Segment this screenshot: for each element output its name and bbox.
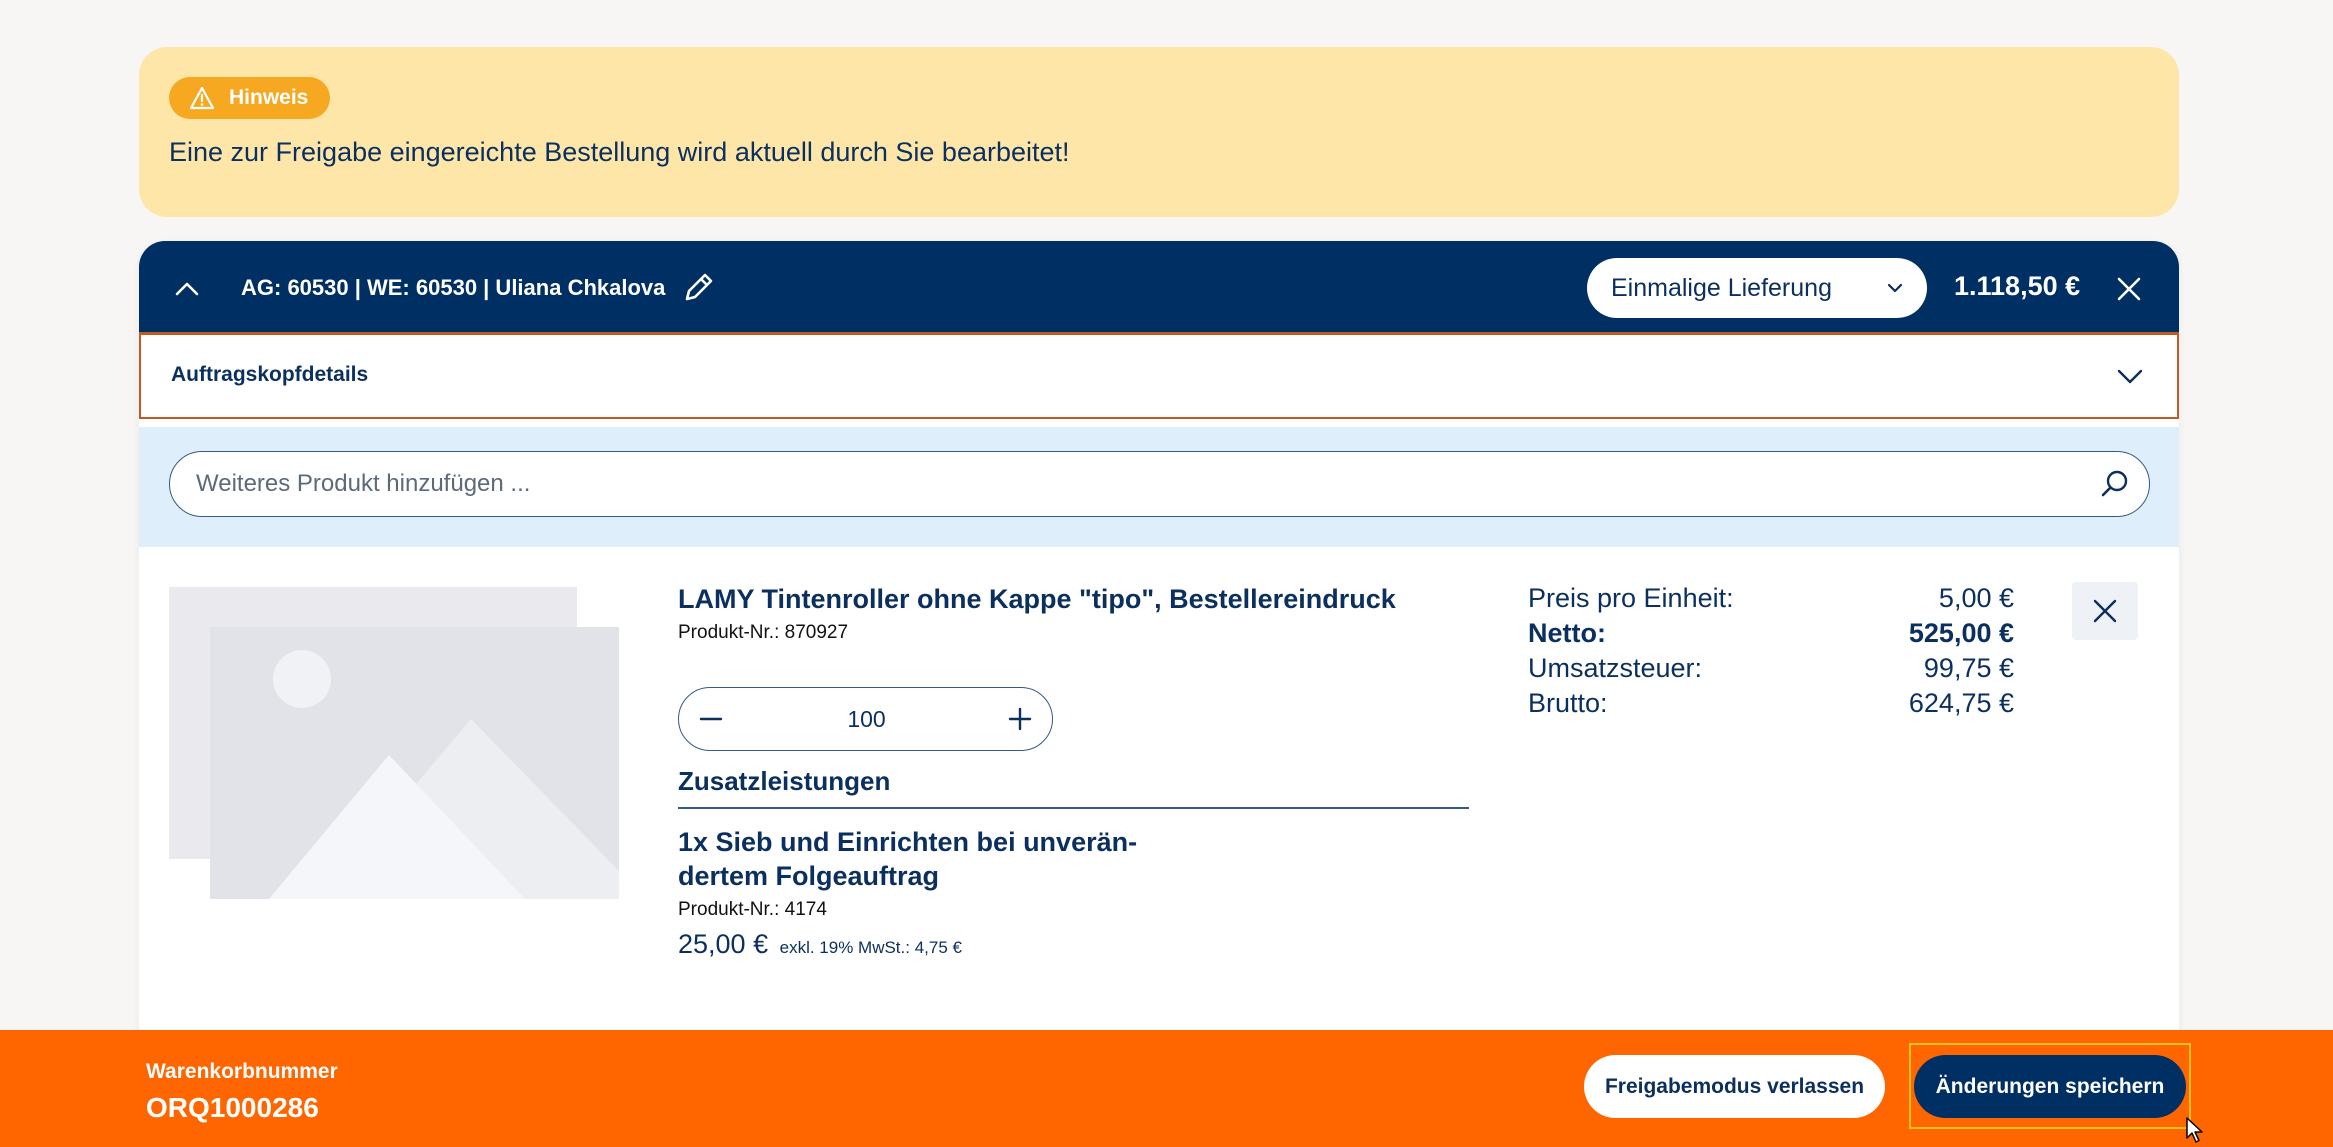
plus-icon[interactable] (1004, 703, 1036, 735)
price-label: Preis pro Einheit: (1528, 583, 1734, 613)
minus-icon[interactable] (695, 703, 727, 735)
extra-service-tax: exkl. 19% MwSt.: 4,75 € (779, 938, 962, 957)
price-label: Brutto: (1528, 688, 1608, 718)
warning-icon (189, 86, 215, 110)
extra-service-title: 1x Sieb und Einrichten bei unverän-derte… (678, 827, 1138, 891)
order-header: AG: 60530 | WE: 60530 | Uliana Chkalova … (139, 241, 2179, 335)
price-row-gross: Brutto: 624,75 € (1528, 688, 2014, 723)
order-details-toggle[interactable]: Auftragskopfdetails (139, 335, 2179, 419)
order-details-label: Auftragskopfdetails (171, 363, 369, 386)
price-summary: Preis pro Einheit: 5,00 € Netto: 525,00 … (1528, 583, 2014, 723)
product-search (169, 451, 2150, 517)
order-card: AG: 60530 | WE: 60530 | Uliana Chkalova … (139, 241, 2179, 1041)
extra-service-price: 25,00 € (678, 929, 769, 959)
product-number: Produkt-Nr.: 870927 (678, 622, 849, 643)
extras-heading: Zusatzleistungen (678, 766, 891, 796)
quantity-stepper (678, 687, 1053, 751)
price-value: 525,00 € (1908, 618, 2014, 648)
price-value: 5,00 € (1938, 583, 2014, 613)
price-value: 99,75 € (1923, 653, 2014, 683)
search-input[interactable] (194, 452, 2074, 515)
cart-number: ORQ1000286 (146, 1092, 319, 1123)
close-icon[interactable] (2112, 272, 2146, 306)
order-total: 1.118,50 € (1954, 271, 2081, 301)
price-label: Umsatzsteuer: (1528, 653, 1703, 683)
search-icon[interactable] (2099, 468, 2131, 500)
cart-number-label: Warenkorbnummer (146, 1060, 338, 1083)
save-changes-button[interactable]: Änderungen speichern (1914, 1055, 2186, 1118)
chevron-down-icon (2117, 369, 2143, 384)
price-value: 624,75 € (1908, 688, 2014, 718)
remove-product-button[interactable] (2072, 582, 2138, 640)
product-title[interactable]: LAMY Tintenroller ohne Kappe "tipo", Bes… (678, 584, 1396, 615)
close-icon (2093, 599, 2117, 623)
extra-service-price-line: 25,00 € exkl. 19% MwSt.: 4,75 € (678, 929, 962, 960)
mouse-cursor-icon (2186, 1117, 2203, 1143)
image-placeholder-icon (169, 587, 619, 899)
notice-badge-label: Hinweis (229, 86, 309, 109)
leave-approval-mode-button[interactable]: Freigabemodus verlassen (1584, 1055, 1885, 1118)
notice-badge: Hinweis (169, 77, 331, 119)
extras-divider (678, 807, 1469, 809)
price-label: Netto: (1528, 618, 1606, 648)
chevron-down-icon (1887, 283, 1903, 293)
product-search-band (139, 427, 2179, 547)
notice-banner: Hinweis Eine zur Freigabe eingereichte B… (139, 47, 2179, 217)
price-row-vat: Umsatzsteuer: 99,75 € (1528, 653, 2014, 688)
delivery-select-value: Einmalige Lieferung (1611, 273, 1832, 302)
footer-bar: Warenkorbnummer ORQ1000286 Freigabemodus… (0, 1030, 2333, 1147)
quantity-input[interactable] (759, 700, 974, 738)
pencil-icon[interactable] (679, 267, 719, 307)
price-row-unit: Preis pro Einheit: 5,00 € (1528, 583, 2014, 618)
delivery-select[interactable]: Einmalige Lieferung (1587, 258, 1927, 318)
chevron-up-icon[interactable] (169, 271, 205, 307)
notice-text: Eine zur Freigabe eingereichte Bestellun… (169, 137, 1070, 167)
price-row-net: Netto: 525,00 € (1528, 618, 2014, 653)
order-header-title: AG: 60530 | WE: 60530 | Uliana Chkalova (241, 275, 666, 300)
extra-service-number: Produkt-Nr.: 4174 (678, 899, 827, 920)
